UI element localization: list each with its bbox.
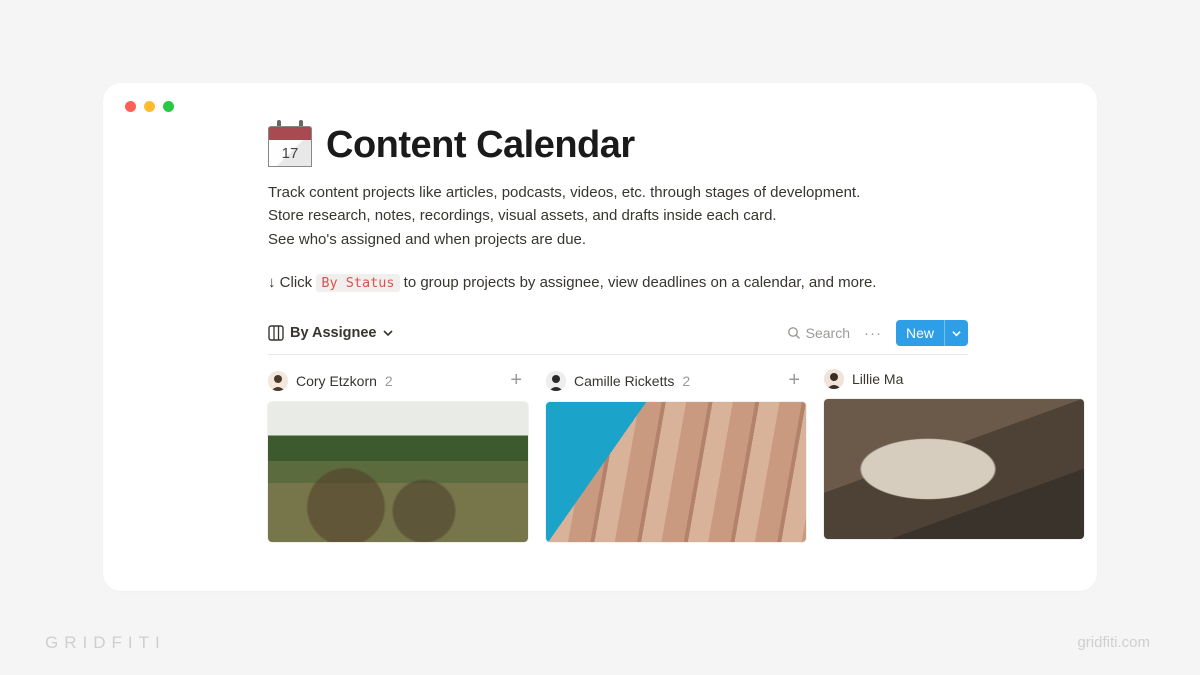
- chevron-down-icon: [952, 329, 961, 338]
- add-card-button[interactable]: +: [788, 369, 800, 392]
- card-cover-image[interactable]: [546, 402, 806, 542]
- window-controls: [125, 101, 174, 112]
- close-window-button[interactable]: [125, 101, 136, 112]
- new-button[interactable]: New: [896, 320, 968, 346]
- title-row: 17 Content Calendar: [268, 123, 1028, 167]
- page-title[interactable]: Content Calendar: [326, 124, 635, 167]
- brand-url: gridfiti.com: [1077, 634, 1150, 651]
- assignee-name[interactable]: Camille Ricketts: [574, 373, 674, 389]
- add-card-button[interactable]: +: [510, 369, 522, 392]
- minimize-window-button[interactable]: [144, 101, 155, 112]
- card-count: 2: [682, 373, 690, 389]
- new-button-label: New: [896, 325, 944, 341]
- search-label: Search: [806, 325, 850, 341]
- hint-text[interactable]: ↓ Click By Status to group projects by a…: [268, 271, 888, 294]
- column-header: Lillie Ma: [824, 369, 1084, 389]
- assignee-name[interactable]: Cory Etzkorn: [296, 373, 377, 389]
- card-cover-image[interactable]: [824, 399, 1084, 539]
- avatar: [268, 371, 288, 391]
- calendar-icon[interactable]: 17: [268, 123, 312, 167]
- board-column: Lillie Ma: [824, 369, 1084, 542]
- board-column: Camille Ricketts 2 +: [546, 369, 806, 542]
- search-icon: [787, 326, 801, 340]
- board-column: Cory Etzkorn 2 +: [268, 369, 528, 542]
- new-button-dropdown[interactable]: [944, 320, 968, 346]
- avatar: [824, 369, 844, 389]
- page-description[interactable]: Track content projects like articles, po…: [268, 181, 888, 251]
- assignee-name[interactable]: Lillie Ma: [852, 371, 903, 387]
- column-header: Camille Ricketts 2 +: [546, 369, 806, 392]
- card-cover-image[interactable]: [268, 402, 528, 542]
- avatar: [546, 371, 566, 391]
- column-header: Cory Etzkorn 2 +: [268, 369, 528, 392]
- hint-prefix: ↓ Click: [268, 274, 316, 291]
- board-icon: [268, 325, 284, 341]
- description-line: See who's assigned and when projects are…: [268, 228, 888, 251]
- more-options-button[interactable]: ···: [860, 325, 886, 342]
- code-chip: By Status: [316, 274, 399, 292]
- database-actions: Search ··· New: [787, 320, 968, 346]
- view-switcher[interactable]: By Assignee: [268, 325, 393, 341]
- board-columns: Cory Etzkorn 2 + Camille Ricketts 2: [268, 369, 1097, 542]
- description-line: Store research, notes, recordings, visua…: [268, 204, 888, 227]
- app-window: 17 Content Calendar Track content projec…: [103, 83, 1097, 591]
- maximize-window-button[interactable]: [163, 101, 174, 112]
- description-line: Track content projects like articles, po…: [268, 181, 888, 204]
- hint-suffix: to group projects by assignee, view dead…: [400, 274, 877, 291]
- view-label: By Assignee: [290, 325, 377, 341]
- chevron-down-icon: [383, 328, 393, 338]
- card-count: 2: [385, 373, 393, 389]
- search-button[interactable]: Search: [787, 325, 850, 341]
- brand-watermark: GRIDFITI: [45, 633, 166, 653]
- page-content: 17 Content Calendar Track content projec…: [268, 123, 1028, 542]
- database-header: By Assignee Search ··· New: [268, 320, 968, 355]
